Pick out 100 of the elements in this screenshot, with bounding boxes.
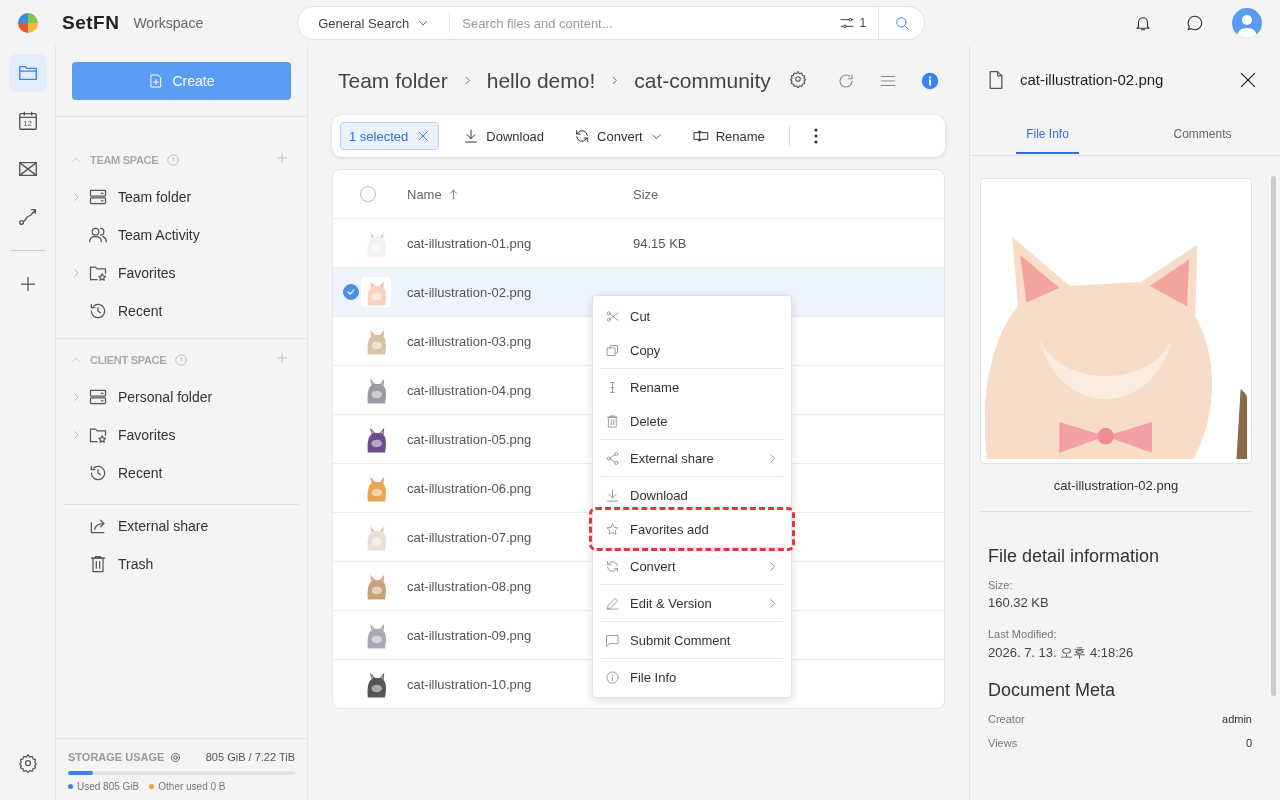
menu-item[interactable]: Delete bbox=[601, 404, 783, 438]
info-icon bbox=[605, 669, 620, 685]
menu-item[interactable]: Submit Comment bbox=[601, 623, 783, 657]
download-icon bbox=[463, 128, 480, 144]
search-icon bbox=[893, 15, 910, 31]
sidebar-item[interactable]: Team folder bbox=[56, 178, 307, 216]
comment-icon bbox=[605, 632, 620, 648]
meta-label: Views bbox=[988, 737, 1018, 749]
menu-item[interactable]: Download bbox=[601, 478, 783, 512]
plus-icon bbox=[275, 151, 289, 165]
file-name: cat-illustration-01.png bbox=[407, 235, 532, 251]
calendar-icon: 12 bbox=[16, 110, 39, 132]
panel-tab[interactable]: Comments bbox=[1125, 113, 1280, 155]
file-name: cat-illustration-06.png bbox=[407, 480, 532, 496]
sidebar-item[interactable]: Trash bbox=[64, 545, 299, 583]
file-name: cat-illustration-02.png bbox=[407, 284, 532, 300]
star-icon bbox=[605, 521, 620, 537]
breadcrumb[interactable]: cat-community bbox=[634, 68, 771, 93]
field-value: 160.32 KB bbox=[988, 595, 1050, 610]
file-size: 94.15 KB bbox=[633, 235, 687, 251]
storage-total: 805 GiB / 7.22 TiB bbox=[205, 751, 295, 763]
section-heading: File detail information bbox=[988, 546, 1161, 567]
rail-button[interactable]: 12 bbox=[8, 102, 47, 140]
field-label: Last Modified: bbox=[988, 628, 1058, 640]
section-heading: Document Meta bbox=[988, 680, 1117, 701]
section-title: CLIENT SPACE bbox=[90, 354, 167, 366]
search-field[interactable]: General Search Search files and content... 1 bbox=[297, 6, 926, 40]
toolbar-action[interactable]: Convert bbox=[568, 127, 669, 145]
menu-item[interactable]: Rename bbox=[601, 370, 783, 404]
sidebar-item[interactable]: Recent bbox=[56, 292, 307, 330]
meta-value: 0 bbox=[1245, 737, 1252, 749]
close-icon bbox=[416, 129, 431, 143]
section-title: TEAM SPACE bbox=[90, 154, 159, 166]
download-icon bbox=[605, 487, 620, 503]
refresh-icon bbox=[837, 71, 855, 90]
column-header[interactable]: Size bbox=[633, 186, 659, 202]
column-header[interactable]: Name bbox=[407, 186, 460, 202]
sidebar-item[interactable]: Favorites bbox=[56, 416, 307, 454]
history-icon bbox=[88, 463, 108, 483]
menu-item[interactable]: Convert bbox=[601, 549, 783, 583]
check-icon bbox=[346, 287, 356, 297]
selection-chip[interactable]: 1 selected bbox=[340, 122, 440, 150]
sidebar-item[interactable]: Personal folder bbox=[56, 378, 307, 416]
legend-label: Used 805 GiB bbox=[77, 781, 140, 792]
sidebar-item[interactable]: Favorites bbox=[56, 254, 307, 292]
scissors-icon bbox=[605, 308, 620, 324]
rename-icon bbox=[692, 128, 709, 144]
filter-button[interactable]: 1 bbox=[826, 15, 879, 31]
brand-name: SetFN bbox=[62, 12, 120, 34]
logo-icon bbox=[16, 11, 40, 35]
server-icon bbox=[88, 387, 108, 407]
menu-item[interactable]: Favorites add bbox=[594, 512, 790, 546]
sidebar-item[interactable]: External share bbox=[64, 507, 299, 545]
rail-button[interactable] bbox=[8, 54, 47, 92]
server-icon bbox=[88, 187, 108, 207]
convert-icon bbox=[605, 558, 620, 574]
panel-title: cat-illustration-02.png bbox=[1020, 71, 1164, 88]
people-icon bbox=[88, 225, 108, 245]
file-name: cat-illustration-07.png bbox=[407, 529, 532, 545]
info-icon[interactable] bbox=[921, 71, 939, 90]
row-checkbox[interactable] bbox=[343, 284, 359, 300]
field-value: 2026. 7. 13. 오후 4:18:26 bbox=[988, 644, 1135, 662]
toolbar-action[interactable]: Download bbox=[457, 127, 551, 145]
panel-tab[interactable]: File Info bbox=[970, 113, 1125, 155]
trash-icon bbox=[88, 554, 108, 574]
bell-icon bbox=[1134, 14, 1152, 32]
trash-icon bbox=[605, 413, 620, 429]
convert-icon bbox=[574, 128, 591, 144]
settings-icon bbox=[788, 69, 807, 88]
menu-item[interactable]: File Info bbox=[601, 660, 783, 694]
menu-item[interactable]: Edit & Version bbox=[601, 586, 783, 620]
file-name: cat-illustration-05.png bbox=[407, 431, 532, 447]
toolbar-action[interactable]: Rename bbox=[686, 127, 771, 145]
share-icon bbox=[605, 450, 620, 466]
preview-caption: cat-illustration-02.png bbox=[980, 464, 1252, 512]
share-icon bbox=[88, 516, 108, 536]
meta-value: admin bbox=[1222, 713, 1252, 725]
settings-icon bbox=[17, 753, 38, 773]
copy-icon bbox=[605, 342, 620, 358]
file-name: cat-illustration-04.png bbox=[407, 382, 532, 398]
search-scope-dropdown[interactable]: General Search bbox=[298, 13, 451, 33]
avatar-icon[interactable] bbox=[1232, 8, 1262, 38]
select-all-checkbox[interactable] bbox=[360, 186, 376, 202]
app-subtitle: Workspace bbox=[133, 15, 204, 31]
menu-item[interactable]: Cut bbox=[601, 299, 783, 333]
file-name: cat-illustration-08.png bbox=[407, 578, 532, 594]
menu-item[interactable]: Copy bbox=[601, 333, 783, 367]
file-name: cat-illustration-10.png bbox=[407, 676, 532, 692]
chat-icon bbox=[1186, 14, 1204, 32]
legend-label: Other used 0 B bbox=[158, 781, 226, 792]
sidebar-item[interactable]: Team Activity bbox=[56, 216, 307, 254]
sliders-icon bbox=[838, 15, 855, 31]
help-icon bbox=[170, 751, 182, 763]
meta-label: Creator bbox=[988, 713, 1025, 725]
menu-item[interactable]: External share bbox=[601, 441, 783, 475]
breadcrumb[interactable]: Team folder bbox=[338, 68, 448, 93]
sidebar-item[interactable]: Recent bbox=[56, 454, 307, 492]
pencil-icon bbox=[605, 595, 620, 611]
breadcrumb[interactable]: hello demo! bbox=[486, 68, 596, 93]
field-label: Size: bbox=[988, 579, 1014, 591]
